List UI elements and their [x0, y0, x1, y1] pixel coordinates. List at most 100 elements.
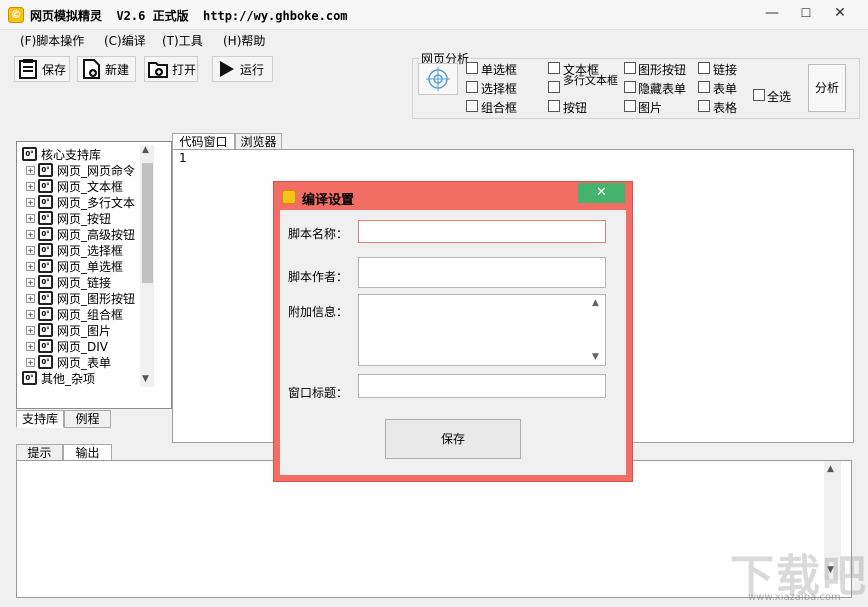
menu-tools[interactable]: (T)工具 [162, 32, 203, 49]
tree-other[interactable]: 0° 其他_杂项 [22, 370, 95, 386]
minimize-button[interactable]: — [758, 0, 786, 26]
tree-item-label: 网页_图片 [57, 323, 112, 338]
new-button[interactable]: 新建 [77, 56, 136, 82]
checkbox-form[interactable] [698, 81, 710, 93]
expand-icon[interactable]: + [26, 309, 35, 319]
script-author-label: 脚本作者： [288, 270, 349, 284]
close-button[interactable]: ✕ [826, 0, 854, 26]
component-icon: 0° [38, 227, 53, 241]
expand-icon[interactable]: + [26, 197, 35, 207]
expand-icon[interactable]: + [26, 213, 35, 223]
component-icon: 0° [38, 179, 53, 193]
run-button[interactable]: 运行 [212, 56, 273, 82]
menu-script[interactable]: (F)脚本操作 [20, 32, 84, 49]
scroll-up-icon[interactable]: ▲ [592, 298, 599, 308]
tree-root[interactable]: 0° 核心支持库 [22, 146, 101, 162]
dialog-title: 编译设置 [302, 193, 355, 208]
save-button[interactable]: 保存 [14, 56, 70, 82]
tree-item-label: 网页_文本框 [57, 179, 124, 194]
checkbox-multiline-label: 多行文本框 [563, 74, 618, 87]
component-icon: 0° [38, 243, 53, 257]
checkbox-select-all-label: 全选 [767, 90, 792, 104]
checkbox-button-label: 按钮 [563, 101, 588, 115]
checkbox-hidden-form-label: 隐藏表单 [638, 82, 687, 96]
script-author-input[interactable] [358, 257, 606, 288]
analyze-button[interactable]: 分析 [808, 64, 846, 112]
checkbox-link-label: 链接 [713, 63, 738, 77]
menu-help[interactable]: (H)帮助 [223, 32, 265, 49]
checkbox-image[interactable] [624, 100, 636, 112]
save-label: 保存 [42, 62, 67, 77]
run-label: 运行 [240, 62, 265, 77]
dialog-close-button[interactable]: ✕ [578, 183, 625, 203]
checkbox-link[interactable] [698, 62, 710, 74]
expand-icon[interactable]: + [26, 277, 35, 287]
expand-icon[interactable]: + [26, 293, 35, 303]
scroll-up-icon[interactable]: ▲ [827, 464, 834, 474]
dialog-app-icon [282, 190, 296, 204]
tab-examples[interactable]: 例程 [64, 410, 111, 428]
checkbox-image-button[interactable] [624, 62, 636, 74]
tree-root-label: 核心支持库 [41, 147, 102, 162]
menu-compile[interactable]: (C)编译 [104, 32, 146, 49]
tree-item[interactable]: +0° 网页_选择框 [26, 242, 123, 258]
script-name-input[interactable] [358, 220, 606, 243]
checkbox-table-label: 表格 [713, 101, 738, 115]
expand-icon[interactable]: + [26, 357, 35, 367]
extra-info-textarea[interactable] [358, 294, 606, 366]
expand-icon[interactable]: + [26, 229, 35, 239]
tree-scroll-thumb[interactable] [142, 163, 153, 283]
tree-item[interactable]: +0° 网页_单选框 [26, 258, 123, 274]
component-icon: 0° [38, 163, 53, 177]
checkbox-radio[interactable] [466, 62, 478, 74]
checkbox-button[interactable] [548, 100, 560, 112]
checkbox-multiline[interactable] [548, 81, 560, 93]
checkbox-combo[interactable] [466, 100, 478, 112]
scroll-down-icon[interactable]: ▼ [592, 352, 599, 362]
component-icon: 0° [38, 291, 53, 305]
expand-icon[interactable]: + [26, 341, 35, 351]
tree-item[interactable]: +0° 网页_链接 [26, 274, 111, 290]
checkbox-form-label: 表单 [713, 82, 738, 96]
expand-icon[interactable]: + [26, 245, 35, 255]
tree-item[interactable]: +0° 网页_表单 [26, 354, 111, 370]
component-icon: 0° [38, 323, 53, 337]
checkbox-table[interactable] [698, 100, 710, 112]
tree-item[interactable]: +0° 网页_按钮 [26, 210, 111, 226]
watermark-url: www.xiazaiba.com [748, 592, 841, 603]
dialog-save-button[interactable]: 保存 [385, 419, 521, 459]
checkbox-select-label: 选择框 [481, 82, 518, 96]
checkbox-radio-label: 单选框 [481, 63, 518, 77]
expand-icon[interactable]: + [26, 165, 35, 175]
checkbox-select[interactable] [466, 81, 478, 93]
tree-item-label: 网页_图形按钮 [57, 291, 136, 306]
tree-item[interactable]: +0° 网页_图片 [26, 322, 111, 338]
tree-item[interactable]: +0° 网页_图形按钮 [26, 290, 135, 306]
tree-item-label: 网页_选择框 [57, 243, 124, 258]
library-icon: 0° [22, 371, 37, 385]
script-name-label: 脚本名称： [288, 227, 349, 241]
expand-icon[interactable]: + [26, 261, 35, 271]
expand-icon[interactable]: + [26, 181, 35, 191]
tree-item[interactable]: +0° 网页_网页命令 [26, 162, 135, 178]
window-title: 网页模拟精灵 V2.6 正式版 http://wy.ghboke.com [30, 9, 348, 23]
tree-item[interactable]: +0° 网页_高级按钮 [26, 226, 135, 242]
maximize-button[interactable]: ☐ [792, 0, 820, 26]
window-title-input[interactable] [358, 374, 606, 398]
scroll-down-icon[interactable]: ▼ [142, 374, 149, 384]
expand-icon[interactable]: + [26, 325, 35, 335]
checkbox-image-label: 图片 [638, 101, 663, 115]
window-title-label: 窗口标题： [288, 386, 349, 400]
line-number: 1 [179, 151, 187, 165]
tree-item[interactable]: +0° 网页_组合框 [26, 306, 123, 322]
analysis-target-button[interactable] [418, 63, 458, 95]
scroll-up-icon[interactable]: ▲ [142, 145, 149, 155]
tree-item[interactable]: +0° 网页_DIV [26, 338, 108, 354]
tab-library[interactable]: 支持库 [16, 410, 64, 428]
tree-item[interactable]: +0° 网页_多行文本 [26, 194, 135, 210]
checkbox-textbox[interactable] [548, 62, 560, 74]
checkbox-hidden-form[interactable] [624, 81, 636, 93]
tree-item[interactable]: +0° 网页_文本框 [26, 178, 123, 194]
open-button[interactable]: 打开 [144, 56, 198, 82]
checkbox-select-all[interactable] [753, 89, 765, 101]
